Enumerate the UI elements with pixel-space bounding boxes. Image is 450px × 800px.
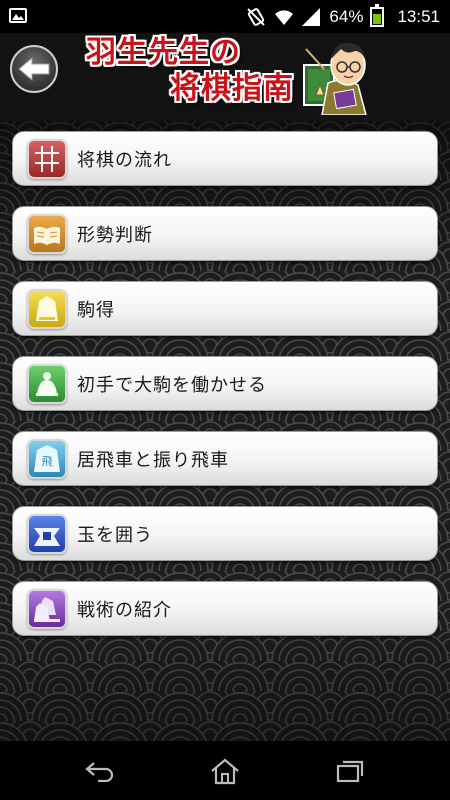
menu-item-label: 居飛車と振り飛車 xyxy=(77,449,229,471)
image-notification-icon xyxy=(9,8,27,23)
home-icon xyxy=(211,758,239,785)
signal-icon xyxy=(302,8,321,26)
menu-item-label: 戦術の紹介 xyxy=(77,599,172,621)
menu-item-label: 玉を囲う xyxy=(77,524,153,546)
content-area: 将棋の流れ 形勢判断 駒得 初手で大駒を働かせる 飛 居飛車と振り飛車 玉を囲う… xyxy=(0,121,450,741)
clock: 13:51 xyxy=(397,7,440,26)
menu-item-shogi-flow[interactable]: 将棋の流れ xyxy=(12,131,438,186)
svg-text:飛: 飛 xyxy=(42,455,53,468)
open-book-icon xyxy=(27,213,67,254)
app-title-line1: 羽生先生の xyxy=(86,35,241,70)
tactics-icon xyxy=(27,588,67,629)
shogi-piece-icon xyxy=(27,288,67,329)
battery-percent: 64% xyxy=(329,7,364,26)
app-header: 羽生先生の 将棋指南 xyxy=(0,33,450,121)
pawn-piece-icon xyxy=(27,363,67,404)
wifi-icon xyxy=(275,10,294,25)
menu-item-label: 形勢判断 xyxy=(77,224,153,246)
menu-item-tactics-intro[interactable]: 戦術の紹介 xyxy=(12,581,438,636)
menu-item-material-gain[interactable]: 駒得 xyxy=(12,281,438,336)
castle-king-icon xyxy=(27,513,67,554)
topic-menu: 将棋の流れ 形勢判断 駒得 初手で大駒を働かせる 飛 居飛車と振り飛車 玉を囲う… xyxy=(12,131,438,656)
app-title-line2: 将棋指南 xyxy=(170,71,294,106)
menu-item-position-judgment[interactable]: 形勢判断 xyxy=(12,206,438,261)
menu-item-activate-major-pieces[interactable]: 初手で大駒を働かせる xyxy=(12,356,438,411)
nav-recents-button[interactable] xyxy=(330,755,370,787)
menu-item-static-vs-ranging-rook[interactable]: 飛 居飛車と振り飛車 xyxy=(12,431,438,486)
menu-item-label: 駒得 xyxy=(77,299,115,321)
menu-item-castle-king[interactable]: 玉を囲う xyxy=(12,506,438,561)
back-arrow-icon xyxy=(85,762,114,782)
sensei-character-illustration xyxy=(303,42,367,115)
rook-piece-icon: 飛 xyxy=(27,438,67,479)
arrow-left-icon xyxy=(18,56,50,82)
back-button[interactable] xyxy=(10,45,58,93)
system-navigation-bar xyxy=(0,741,450,800)
menu-item-label: 将棋の流れ xyxy=(77,149,172,171)
nav-home-button[interactable] xyxy=(205,755,245,787)
menu-item-label: 初手で大駒を働かせる xyxy=(77,374,267,396)
nav-back-button[interactable] xyxy=(80,755,120,787)
status-bar: 64% 13:51 xyxy=(0,0,450,33)
vibrate-icon xyxy=(247,8,266,26)
shogi-board-icon xyxy=(27,138,67,179)
app-title: 羽生先生の 将棋指南 xyxy=(78,33,318,111)
recent-apps-icon xyxy=(336,760,364,783)
battery-icon xyxy=(370,4,385,27)
